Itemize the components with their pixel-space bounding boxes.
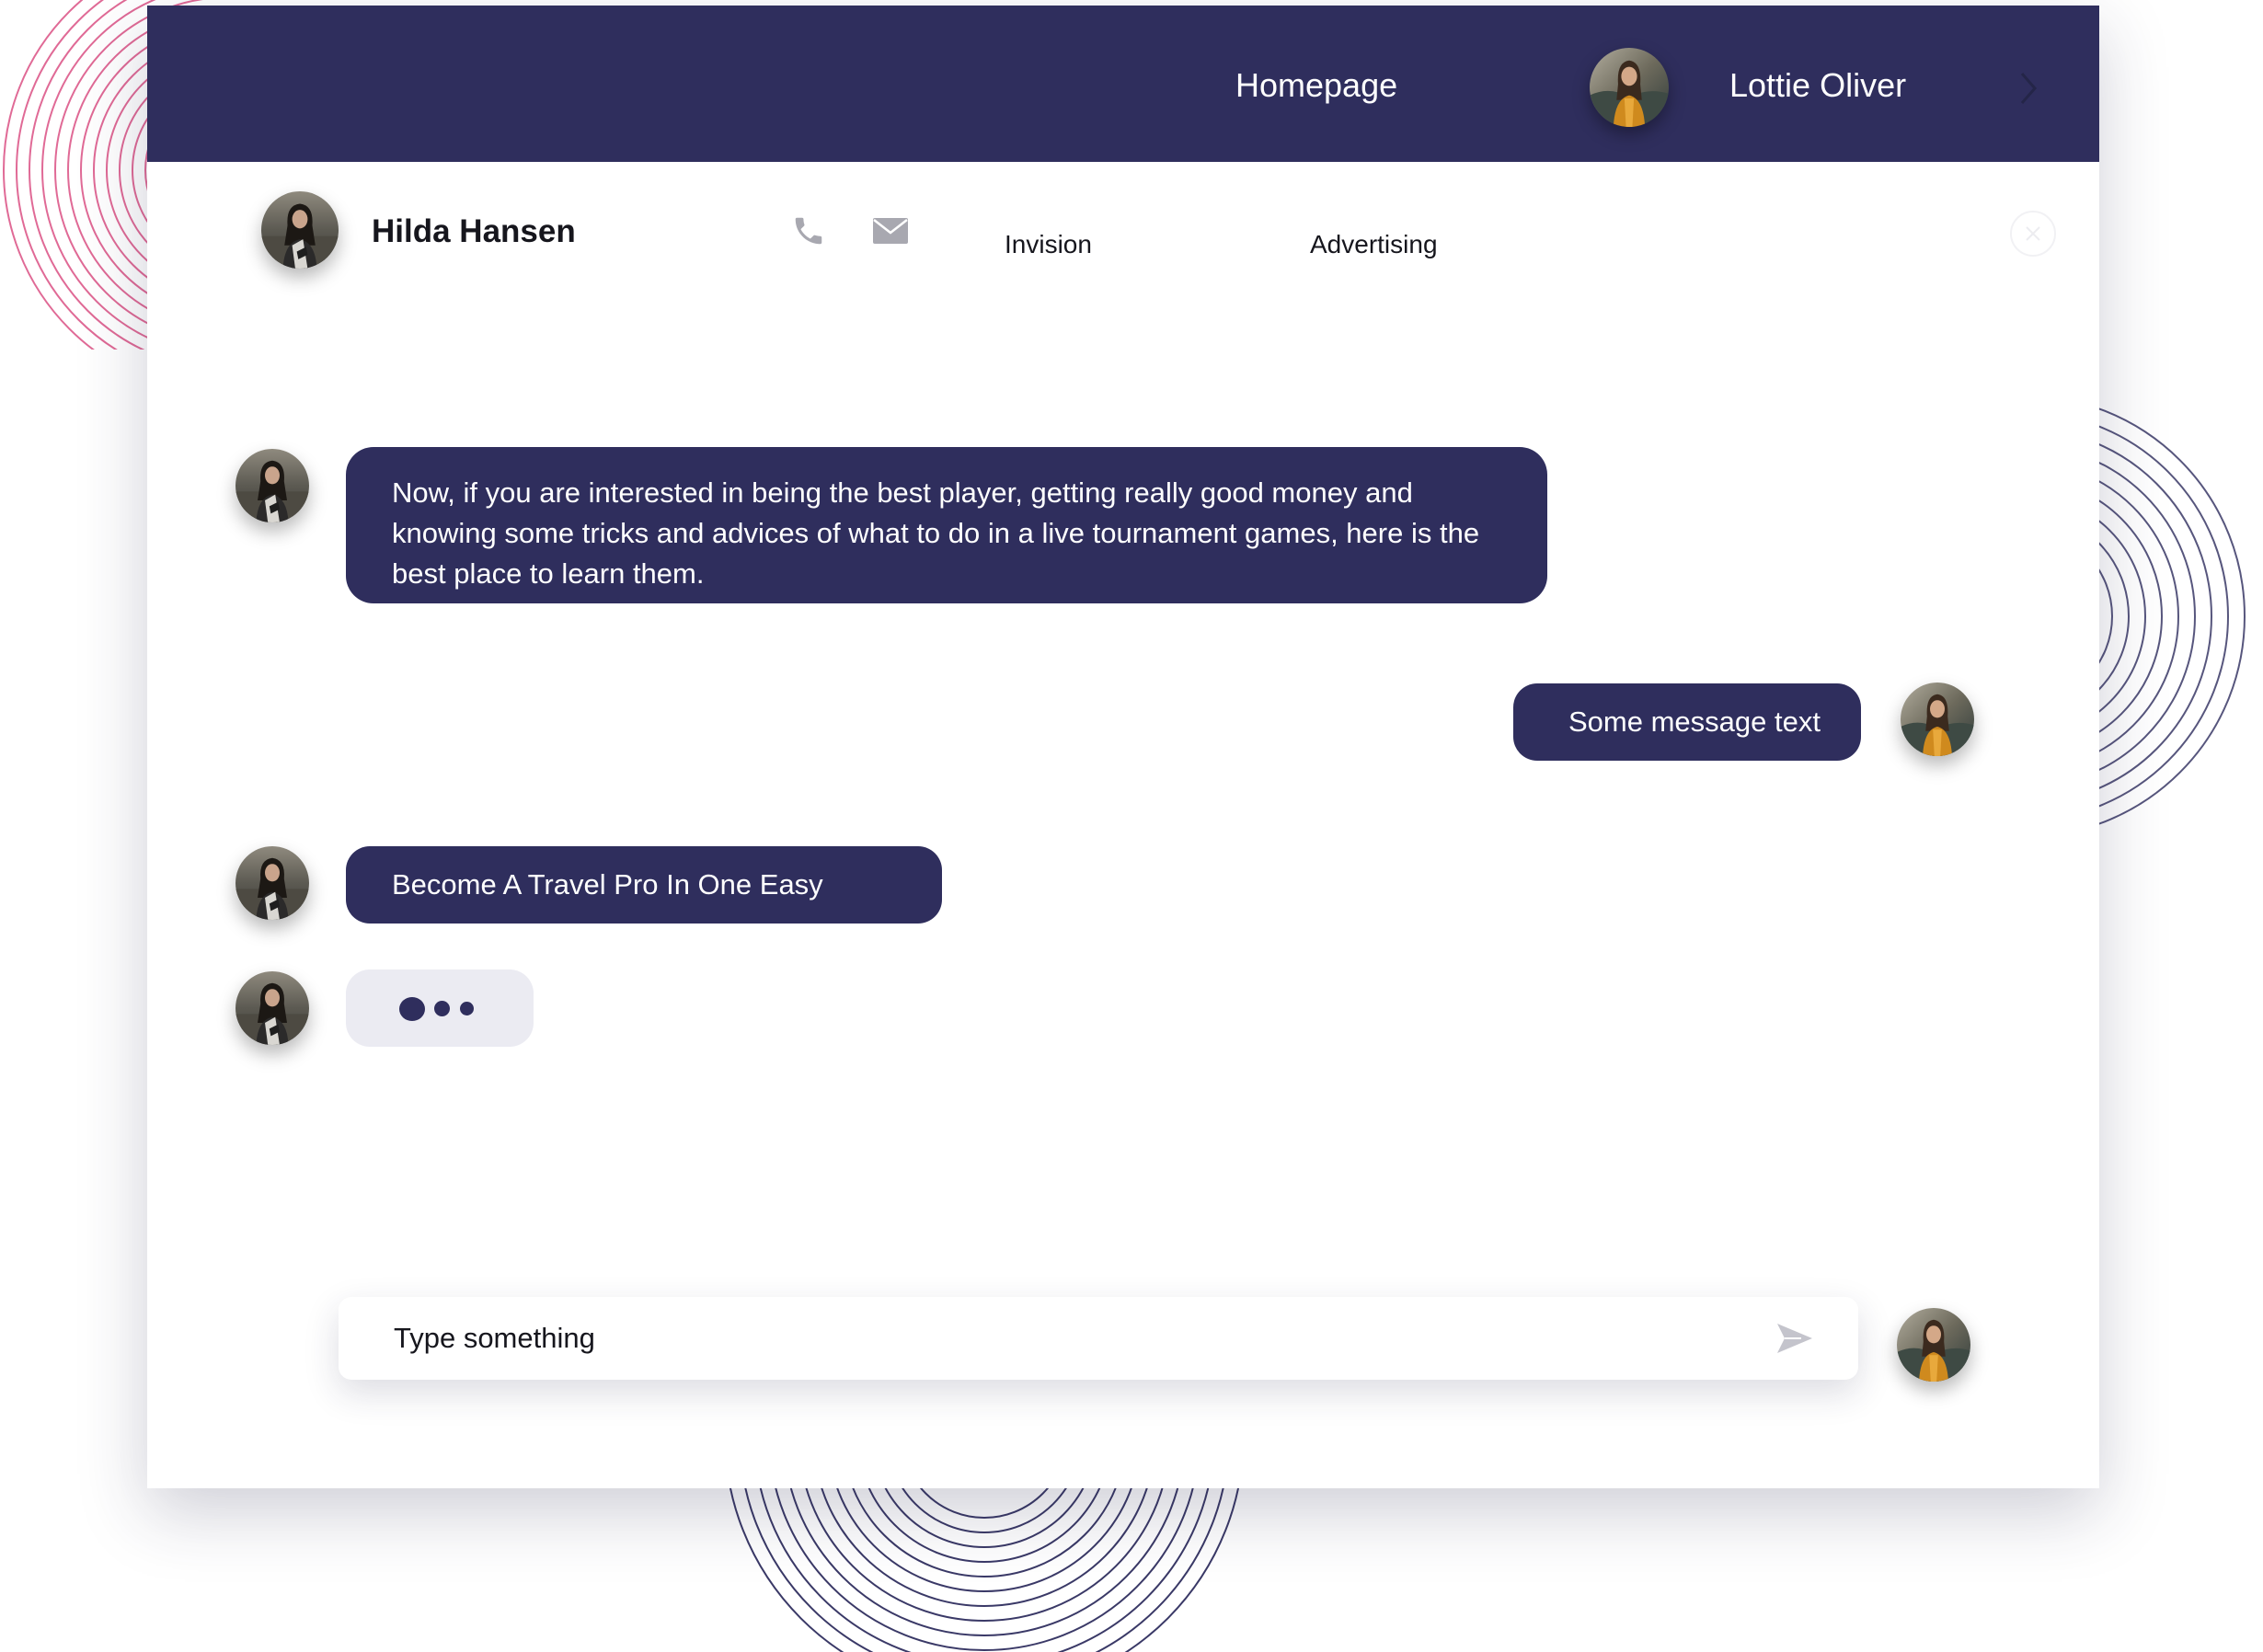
chevron-right-icon[interactable]	[2015, 66, 2042, 110]
top-bar: Homepage Lottie Oliver	[147, 6, 2099, 162]
send-icon[interactable]	[1775, 1320, 1814, 1357]
phone-icon[interactable]	[791, 213, 826, 248]
typing-dot	[434, 1001, 450, 1016]
message-input[interactable]	[394, 1319, 1682, 1358]
chat-window: Homepage Lottie Oliver Hilda Hansen Invi…	[147, 6, 2099, 1488]
contact-name: Hilda Hansen	[372, 213, 576, 249]
user-avatar[interactable]	[1590, 48, 1669, 127]
message-bubble-incoming: Become A Travel Pro In One Easy	[346, 846, 942, 924]
composer-avatar-lottie[interactable]	[1897, 1308, 1970, 1382]
tag-advertising[interactable]: Advertising	[1310, 230, 1438, 259]
message-avatar-hilda[interactable]	[235, 971, 309, 1045]
user-name[interactable]: Lottie Oliver	[1729, 66, 1906, 105]
message-composer[interactable]	[339, 1297, 1858, 1380]
homepage-link[interactable]: Homepage	[1235, 66, 1397, 105]
mail-icon[interactable]	[872, 217, 909, 245]
tag-invision[interactable]: Invision	[1005, 230, 1092, 259]
message-bubble-outgoing: Some message text	[1513, 683, 1861, 761]
message-avatar-hilda[interactable]	[235, 449, 309, 522]
typing-indicator	[346, 969, 534, 1047]
typing-dot	[399, 997, 425, 1021]
message-avatar-hilda[interactable]	[235, 846, 309, 920]
message-avatar-lottie[interactable]	[1901, 683, 1974, 756]
close-icon[interactable]	[2009, 210, 2057, 258]
message-bubble-incoming: Now, if you are interested in being the …	[346, 447, 1547, 603]
typing-dot	[460, 1002, 474, 1015]
contact-avatar[interactable]	[261, 191, 339, 269]
